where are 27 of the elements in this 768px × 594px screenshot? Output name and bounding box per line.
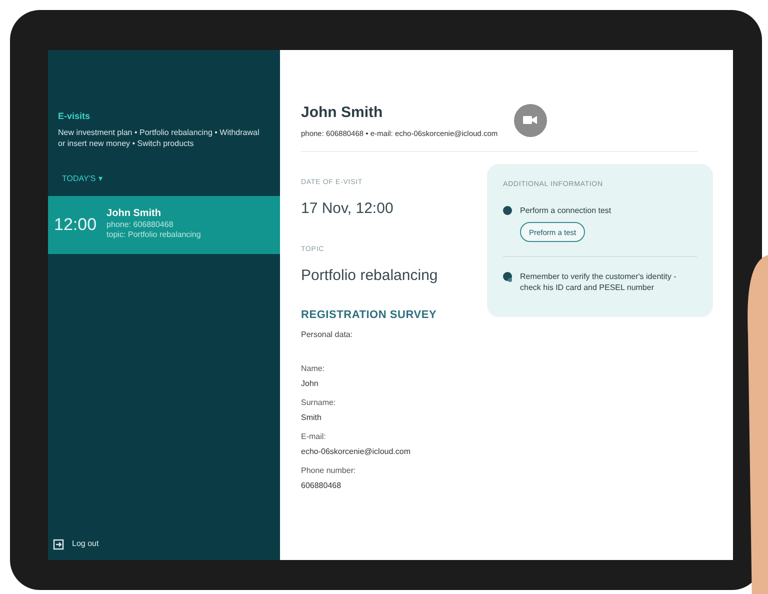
survey-title: REGISTRATION SURVEY xyxy=(301,308,438,324)
detail-value: 17 Nov, 12:00 xyxy=(301,199,394,220)
sidebar-title: E-visits xyxy=(58,110,92,123)
video-camera-icon xyxy=(523,115,538,126)
visit-phone: phone: 606880468 xyxy=(106,220,174,230)
verification-note: Remember to verify the customer's identity - check his ID card and PESEL number xyxy=(520,271,678,294)
visit-time: 12:00 xyxy=(54,214,97,236)
connection-test-text: Perform a connection test xyxy=(520,205,612,216)
logout-icon xyxy=(53,538,64,550)
field-value: 606880468 xyxy=(301,480,342,492)
field-value: John xyxy=(301,378,320,390)
logout-button[interactable]: Log out xyxy=(53,538,280,550)
field-label: Name: xyxy=(301,362,326,375)
field-label: E-mail: xyxy=(301,430,327,443)
detail-value: Portfolio rebalancing xyxy=(301,266,439,286)
field-label: Phone number: xyxy=(301,464,357,477)
visit-name: John Smith xyxy=(106,209,162,219)
customer-name: John Smith xyxy=(301,103,384,123)
survey-subtitle: Personal data: xyxy=(301,328,354,341)
video-call-button[interactable] xyxy=(514,104,547,137)
caret-icon: ▾ xyxy=(98,172,103,184)
field-value: Smith xyxy=(301,412,322,424)
date-filter-dropdown[interactable]: TODAY'S ▾ xyxy=(62,172,103,184)
sidebar-subtitle: New investment plan • Portfolio rebalancing • Withdrawal or insert new money • Switch products xyxy=(58,126,260,148)
field-value: echo-06skorcenie@icloud.com xyxy=(301,446,412,458)
field-label: Surname: xyxy=(301,396,337,409)
visit-topic: topic: Portfolio rebalancing xyxy=(106,230,201,240)
